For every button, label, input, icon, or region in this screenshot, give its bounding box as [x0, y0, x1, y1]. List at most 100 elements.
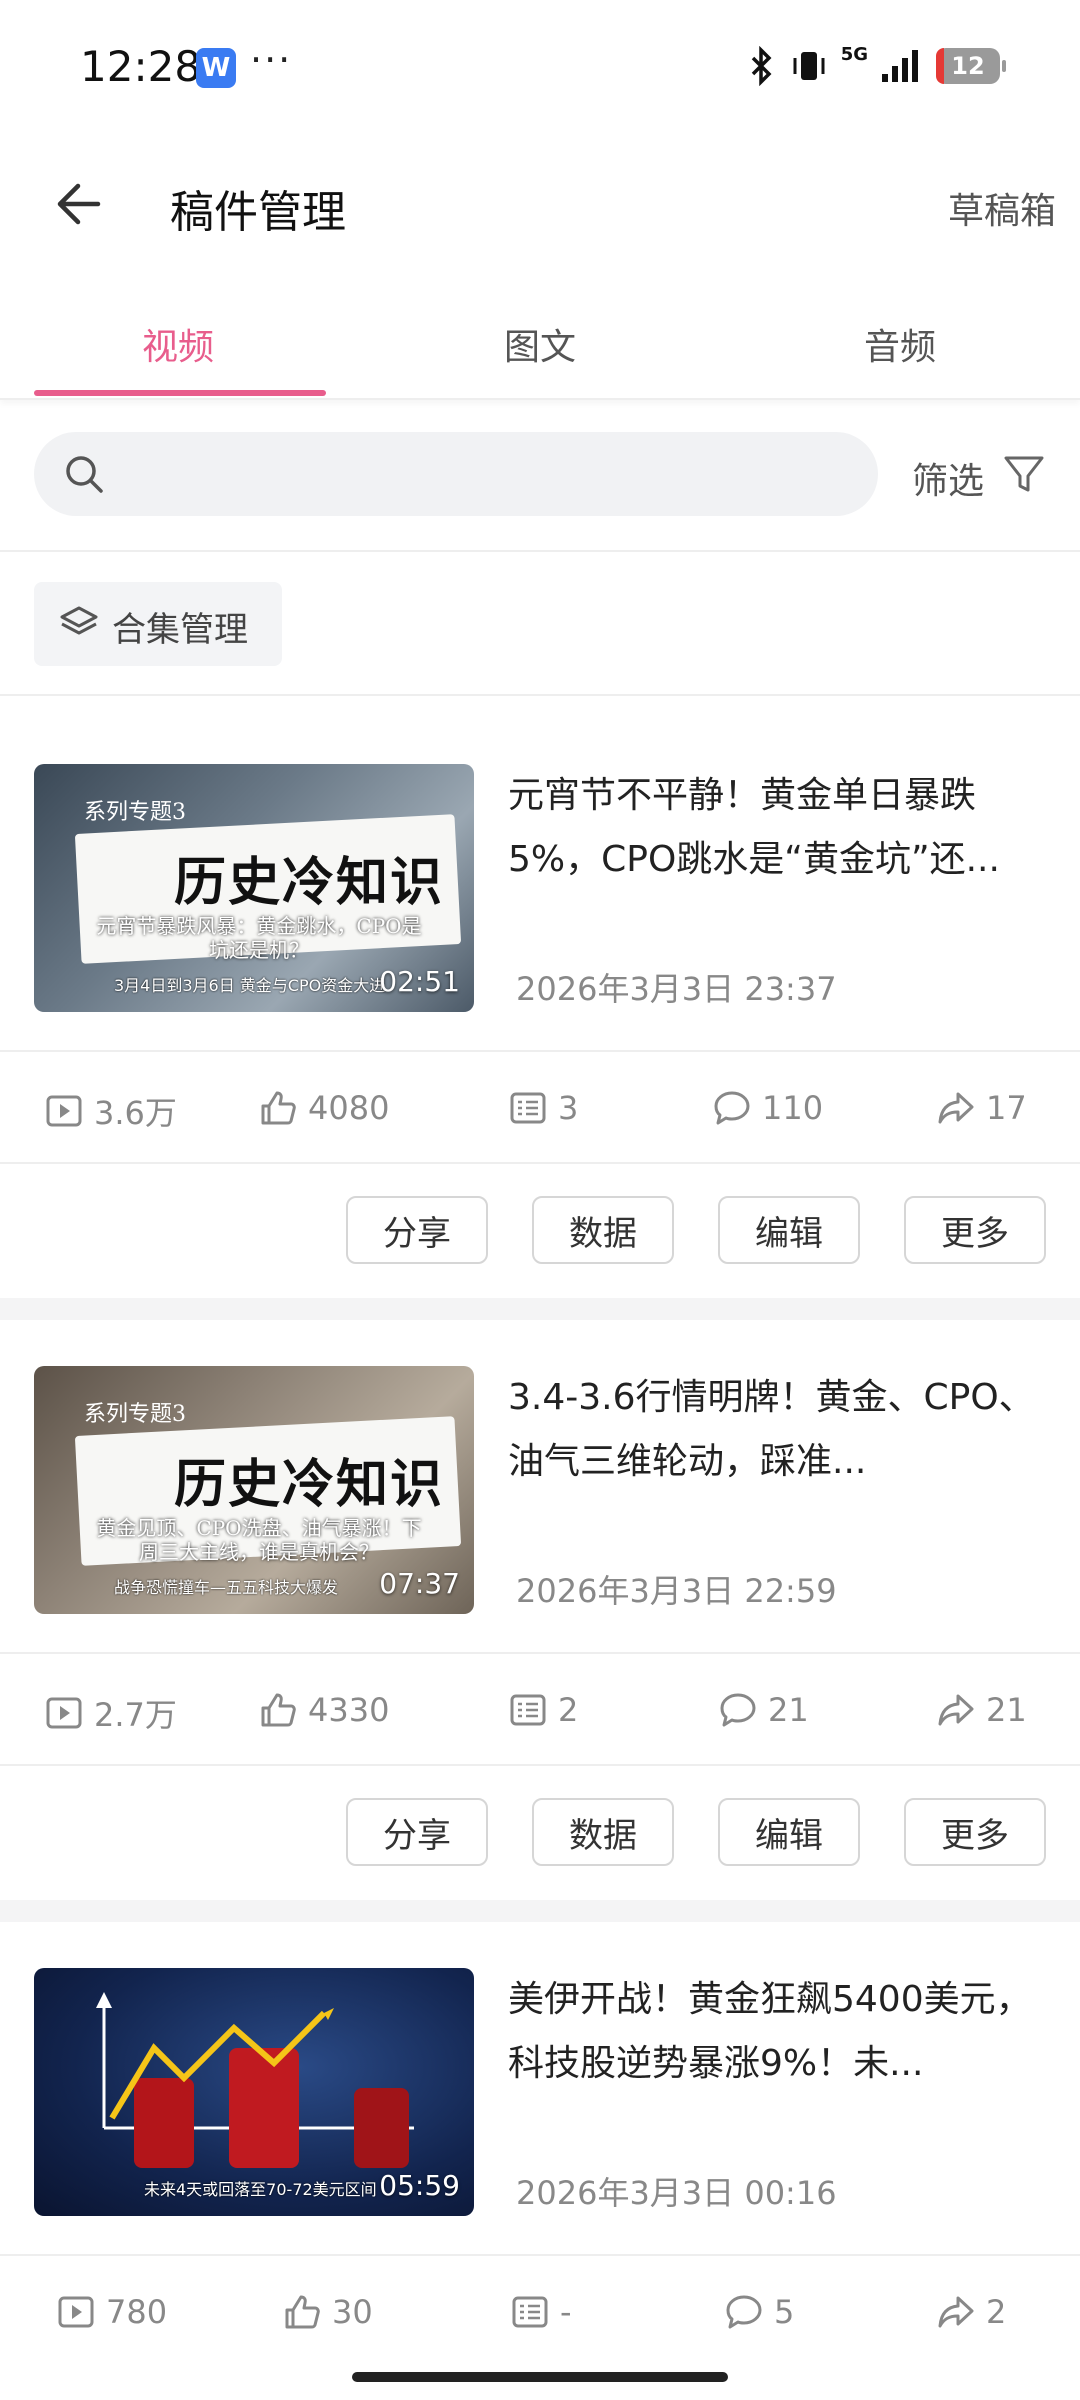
- play-icon: [46, 1095, 82, 1127]
- section-separator: [0, 1900, 1080, 1922]
- share-icon: [938, 1694, 974, 1726]
- active-tab-indicator: [34, 390, 326, 396]
- views-stat: 2.7万: [44, 1690, 177, 1736]
- thumbnail-footer: 战争恐慌撞车—五五科技大爆发: [114, 1578, 339, 1597]
- likes-count: 4330: [308, 1691, 390, 1729]
- video-thumbnail[interactable]: 未来4天或回落至70-72美元区间 05:59: [34, 1968, 474, 2216]
- divider: [0, 694, 1080, 696]
- video-duration: 02:51: [379, 965, 460, 998]
- danmaku-count: 2: [558, 1691, 579, 1729]
- filter-icon[interactable]: [1000, 450, 1048, 498]
- bluetooth-icon: [751, 46, 772, 86]
- status-time: 12:28: [80, 42, 202, 91]
- more-button[interactable]: 更多: [904, 1798, 1046, 1866]
- home-indicator[interactable]: [352, 2372, 728, 2382]
- comments-count: 5: [774, 2293, 795, 2331]
- comments-stat: 5: [724, 2292, 794, 2332]
- danmaku-stat: 2: [508, 1690, 578, 1730]
- thumbs-up-icon: [285, 2295, 320, 2329]
- more-button[interactable]: 更多: [904, 1196, 1046, 1264]
- status-icons: 5G 12: [747, 43, 1006, 86]
- data-button[interactable]: 数据: [532, 1196, 674, 1264]
- edit-button[interactable]: 编辑: [718, 1798, 860, 1866]
- likes-count: 4080: [308, 1089, 390, 1127]
- search-icon: [66, 456, 103, 493]
- edit-button[interactable]: 编辑: [718, 1196, 860, 1264]
- danmaku-icon: [510, 1092, 546, 1124]
- thumbnail-footer: 3月4日到3月6日 黄金与CPO资金大进: [114, 976, 386, 995]
- likes-stat: 4080: [258, 1088, 389, 1128]
- likes-stat: 30: [282, 2292, 373, 2332]
- views-count: 2.7万: [94, 1696, 177, 1734]
- filter-button[interactable]: 筛选: [912, 452, 984, 504]
- thumbnail-headline: 历史冷知识: [174, 1454, 445, 1515]
- comments-count: 110: [762, 1089, 824, 1127]
- section-separator: [0, 1298, 1080, 1320]
- shares-count: 2: [986, 2293, 1007, 2331]
- danmaku-stat: -: [510, 2292, 572, 2332]
- thumbs-up-icon: [261, 1693, 296, 1727]
- page-title: 稿件管理: [170, 187, 346, 238]
- thumbnail-series-badge: 系列专题3: [84, 1402, 186, 1427]
- thumbnail-footer: 未来4天或回落至70-72美元区间: [144, 2180, 377, 2199]
- play-icon: [58, 2296, 94, 2328]
- danmaku-count: -: [560, 2293, 572, 2331]
- video-title[interactable]: 元宵节不平静！黄金单日暴跌5%，CPO跳水是“黄金坑”还...: [508, 764, 1048, 892]
- tab-video[interactable]: 视频: [142, 318, 214, 370]
- back-arrow-icon[interactable]: [50, 174, 110, 234]
- share-icon: [938, 2296, 974, 2328]
- shares-stat: 17: [936, 1088, 1027, 1128]
- thumbnail-subtitle: 黄金见顶、CPO洗盘、油气暴涨！下周三大主线，谁是真机会？: [96, 1516, 422, 1564]
- signal-icon: [882, 50, 918, 82]
- likes-count: 30: [332, 2293, 373, 2331]
- thumbnail-subtitle: 元宵节暴跌风暴：黄金跳水，CPO是坑还是机？: [96, 914, 422, 962]
- drafts-button[interactable]: 草稿箱: [948, 182, 1056, 234]
- tab-article[interactable]: 图文: [504, 318, 576, 370]
- app-notification-icon: W: [196, 48, 236, 88]
- video-date: 2026年3月3日 22:59: [516, 1572, 837, 1610]
- video-date: 2026年3月3日 00:16: [516, 2174, 837, 2212]
- video-title[interactable]: 美伊开战！黄金狂飙5400美元，科技股逆势暴涨9%！未...: [508, 1968, 1048, 2096]
- danmaku-count: 3: [558, 1089, 579, 1127]
- data-button[interactable]: 数据: [532, 1798, 674, 1866]
- vibrate-icon: [793, 52, 825, 80]
- views-count: 3.6万: [94, 1094, 177, 1132]
- comments-stat: 21: [718, 1690, 809, 1730]
- search-input[interactable]: [34, 432, 878, 516]
- content-type-tabs: 视频 图文 音频: [0, 290, 1080, 400]
- likes-stat: 4330: [258, 1690, 389, 1730]
- share-button[interactable]: 分享: [346, 1196, 488, 1264]
- divider: [0, 550, 1080, 552]
- comments-count: 21: [768, 1691, 809, 1729]
- danmaku-icon: [510, 1694, 546, 1726]
- play-icon: [46, 1697, 82, 1729]
- collection-management-label: 合集管理: [112, 610, 248, 650]
- video-thumbnail[interactable]: 系列专题3 历史冷知识 元宵节暴跌风暴：黄金跳水，CPO是坑还是机？ 3月4日到…: [34, 764, 474, 1012]
- battery-icon: 12: [936, 48, 1006, 84]
- more-notifications-icon: ···: [250, 38, 293, 82]
- video-stats: 2.7万 4330 2 21 21: [0, 1652, 1080, 1766]
- video-title[interactable]: 3.4-3.6行情明牌！黄金、CPO、油气三维轮动，踩准...: [508, 1366, 1048, 1494]
- search-row: 筛选: [0, 432, 1080, 552]
- video-thumbnail[interactable]: 系列专题3 历史冷知识 黄金见顶、CPO洗盘、油气暴涨！下周三大主线，谁是真机会…: [34, 1366, 474, 1614]
- thumbnail-headline: 历史冷知识: [174, 852, 445, 913]
- danmaku-stat: 3: [508, 1088, 578, 1128]
- status-bar: 12:28 W ··· 5G 12: [0, 0, 1080, 130]
- comment-icon: [726, 2295, 762, 2329]
- views-count: 780: [106, 2293, 168, 2331]
- views-stat: 3.6万: [44, 1088, 177, 1134]
- video-duration: 07:37: [379, 1567, 460, 1600]
- video-duration: 05:59: [379, 2169, 460, 2202]
- share-icon: [938, 1092, 974, 1124]
- comment-icon: [714, 1091, 750, 1125]
- views-stat: 780: [56, 2292, 167, 2332]
- shares-count: 21: [986, 1691, 1027, 1729]
- collection-management-button[interactable]: 合集管理: [34, 582, 282, 666]
- video-stats: 780 30 - 5 2: [0, 2254, 1080, 2368]
- danmaku-icon: [512, 2296, 548, 2328]
- share-button[interactable]: 分享: [346, 1798, 488, 1866]
- tab-audio[interactable]: 音频: [864, 318, 936, 370]
- network-type: 5G: [840, 43, 868, 65]
- comments-stat: 110: [712, 1088, 823, 1128]
- thumbnail-series-badge: 系列专题3: [84, 800, 186, 825]
